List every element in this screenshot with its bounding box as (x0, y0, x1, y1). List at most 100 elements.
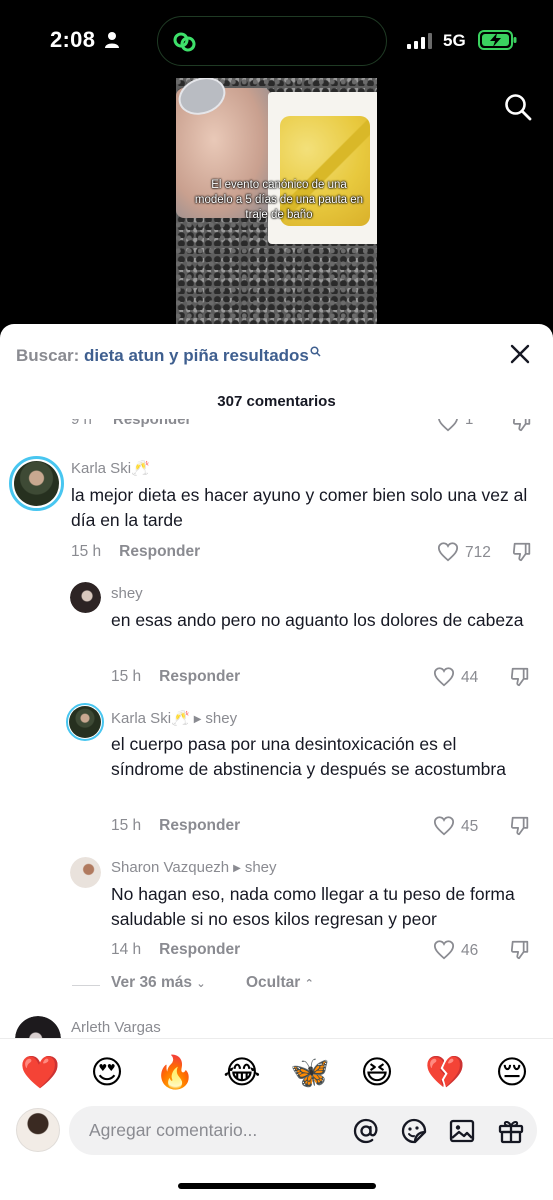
reply-item: Sharon Vazquezh ▶ shey No hagan eso, nada … (0, 854, 553, 969)
reply-arrow-icon: ▶ (193, 714, 202, 725)
comment-author[interactable]: shey (111, 585, 143, 602)
image-icon[interactable] (448, 1117, 476, 1145)
heart-icon[interactable] (437, 419, 459, 433)
comment-author-row: Sharon Vazquezh ▶ shey (111, 859, 277, 876)
comment-author[interactable]: Sharon Vazquezh (111, 859, 229, 876)
emoji-tears-of-joy[interactable]: 😂 (223, 1053, 261, 1091)
battery-charging-icon (478, 30, 517, 50)
status-time: 2:08 (50, 27, 96, 52)
dynamic-island[interactable] (157, 16, 387, 66)
reply-to-author[interactable]: shey (245, 859, 277, 876)
dislike-icon[interactable] (509, 815, 531, 837)
status-bar: 2:08 5G (0, 0, 553, 78)
like-count: 712 (465, 544, 491, 561)
emoji-broken-heart[interactable]: 💔 (425, 1053, 465, 1091)
sticker-icon[interactable] (400, 1117, 428, 1145)
comment-text: la mejor dieta es hacer ayuno y comer bi… (71, 485, 528, 530)
close-icon[interactable] (508, 342, 532, 366)
dislike-icon[interactable] (509, 939, 531, 961)
reply-item: Karla Ski🥂 ▶ shey el cuerpo pasa por una d… (0, 703, 553, 844)
comment-author-row: Karla Ski🥂 ▶ shey (111, 709, 237, 727)
like-button[interactable]: 44 (433, 666, 503, 690)
reply-button[interactable]: Responder (113, 419, 191, 428)
like-count: 44 (461, 669, 479, 686)
comment-meta: 15 h Responder (71, 543, 200, 561)
emoji-heart-eyes[interactable]: 😍 (88, 1053, 126, 1091)
emoji-butterfly[interactable]: 🦋 (290, 1053, 330, 1091)
comment-meta: 15 h Responder (111, 668, 240, 686)
avatar[interactable] (9, 456, 64, 511)
comment-composer (0, 1104, 553, 1170)
video-preview[interactable]: El evento canónico de una modelo a 5 día… (176, 78, 377, 324)
comment-author[interactable]: Karla Ski🥂 (71, 459, 150, 477)
signal-icon (407, 33, 432, 49)
reply-button[interactable]: Responder (159, 941, 240, 958)
comment-author[interactable]: Arleth Vargas (71, 1019, 161, 1036)
comment-time: 15 h (111, 668, 142, 685)
avatar[interactable] (70, 857, 101, 888)
heart-icon (433, 940, 455, 960)
dislike-icon[interactable] (511, 541, 533, 563)
home-indicator (178, 1183, 376, 1189)
at-mention-icon[interactable] (352, 1117, 380, 1145)
reply-arrow-icon: ▶ (233, 863, 241, 874)
like-button[interactable]: 46 (433, 939, 503, 963)
reply-to-author[interactable]: shey (205, 710, 237, 727)
comment-item: Karla Ski🥂 la mejor dieta es hacer ayuno… (0, 452, 553, 570)
island-app-icon (173, 32, 196, 52)
comment-meta: 15 h Responder (111, 817, 240, 835)
avatar[interactable] (70, 582, 101, 613)
avatar[interactable] (15, 1016, 61, 1038)
quick-emoji-bar: ❤️ 😍 🔥 😂 🦋 😆 💔 😔 (0, 1038, 553, 1104)
comment-count: 307 comentarios (217, 393, 336, 410)
reply-button[interactable]: Responder (119, 543, 200, 560)
comment-time: 15 h (71, 543, 102, 560)
emoji-heart[interactable]: ❤️ (20, 1053, 60, 1091)
avatar[interactable] (66, 703, 104, 741)
view-more-button[interactable]: Ver 36 más ⌄ (111, 974, 206, 992)
reply-button[interactable]: Responder (159, 817, 240, 834)
scrolled-comment-meta: 9 h Responder 1 (0, 419, 553, 433)
reply-button[interactable]: Responder (159, 668, 240, 685)
like-count: 45 (461, 818, 479, 835)
search-icon (310, 346, 321, 357)
video-caption: El evento canónico de una modelo a 5 día… (194, 179, 364, 221)
hide-button[interactable]: Ocultar ⌃ (246, 974, 314, 992)
like-button[interactable]: 712 (437, 541, 507, 565)
emoji-laughing[interactable]: 😆 (358, 1053, 396, 1091)
network-label: 5G (443, 31, 466, 50)
comment-author[interactable]: Karla Ski🥂 (111, 710, 190, 727)
comment-time: 15 h (111, 817, 142, 834)
search-icon[interactable] (503, 92, 533, 122)
dislike-icon[interactable] (509, 666, 531, 688)
heart-icon (433, 667, 455, 687)
search-query-link[interactable]: dieta atun y piña resultados (84, 346, 309, 365)
like-button[interactable]: 45 (433, 815, 503, 839)
comment-item: Arleth Vargas (0, 1016, 553, 1038)
emoji-fire[interactable]: 🔥 (155, 1053, 195, 1091)
comment-time: 9 h (71, 419, 92, 428)
comments-sheet: Buscar: dieta atun y piña resultados 307… (0, 324, 553, 1200)
chevron-up-icon: ⌃ (304, 978, 314, 990)
comment-text: en esas ando pero no aguanto los dolores… (111, 610, 524, 630)
heart-icon (437, 542, 459, 562)
hide-label: Ocultar (246, 974, 301, 991)
emoji-pensive[interactable]: 😔 (493, 1053, 531, 1091)
search-prefix: Buscar: (16, 346, 80, 365)
like-count: 1 (465, 419, 474, 428)
comment-time: 14 h (111, 941, 142, 958)
gift-icon[interactable] (497, 1117, 525, 1145)
search-suggestion[interactable]: Buscar: dieta atun y piña resultados (16, 346, 321, 366)
current-user-avatar[interactable] (16, 1108, 60, 1152)
divider (72, 985, 100, 986)
comment-text: No hagan eso, nada como llegar a tu peso… (111, 884, 515, 929)
like-count: 46 (461, 942, 479, 959)
reply-item: shey en esas ando pero no aguanto los do… (0, 579, 553, 694)
view-more-label: Ver 36 más (111, 974, 193, 991)
person-icon (105, 32, 119, 48)
heart-icon (433, 816, 455, 836)
chevron-down-icon: ⌄ (196, 978, 206, 990)
dislike-icon[interactable] (511, 419, 533, 433)
comment-meta: 14 h Responder (111, 941, 240, 959)
comment-text: el cuerpo pasa por una desintoxicación e… (111, 734, 506, 779)
